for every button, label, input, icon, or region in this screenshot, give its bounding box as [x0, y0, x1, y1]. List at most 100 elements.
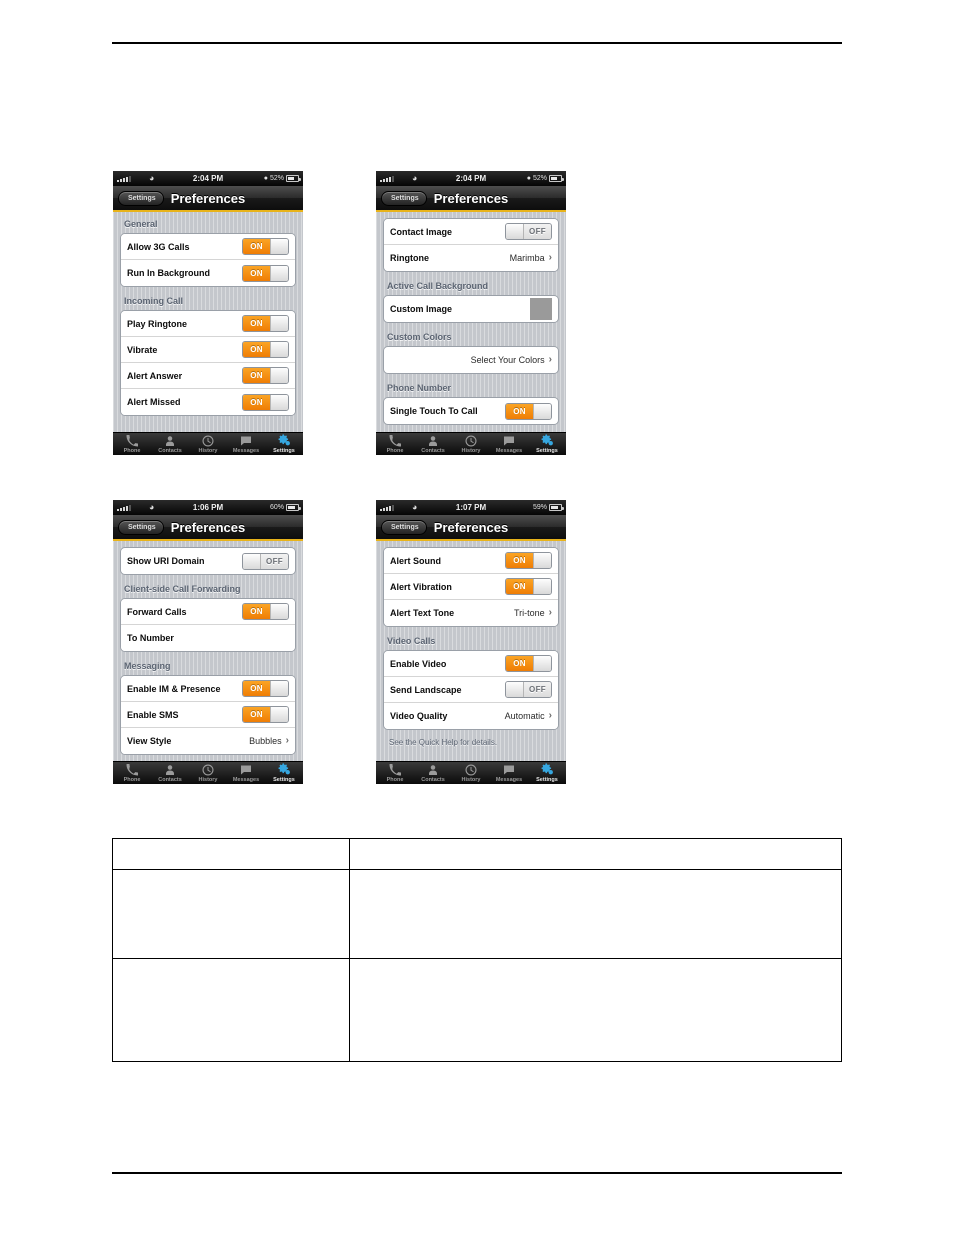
tab-settings[interactable]: Settings — [528, 433, 566, 455]
toggle-play-ringtone[interactable]: ON — [242, 315, 289, 332]
toggle-contact-image[interactable]: OFF — [505, 223, 552, 240]
toggle-alert-answer[interactable]: ON — [242, 367, 289, 384]
row-control: ON — [242, 367, 289, 384]
row-forward-calls[interactable]: Forward Calls ON — [121, 599, 295, 625]
settings-group: Show URI Domain OFF — [120, 547, 296, 575]
section-header-messaging: Messaging — [124, 661, 171, 671]
table-cell — [349, 958, 842, 1062]
tab-phone[interactable]: Phone — [113, 433, 151, 455]
toggle-enable-im-presence[interactable]: ON — [242, 680, 289, 697]
row-video-quality[interactable]: Video Quality Automatic › — [384, 703, 558, 729]
row-enable-sms[interactable]: Enable SMS ON — [121, 702, 295, 728]
status-bar: ◕ 2:04 PM ● 52% — [376, 171, 566, 186]
status-bar: ◕ 1:06 PM 60% — [113, 500, 303, 515]
back-button-settings[interactable]: Settings — [381, 190, 427, 206]
tab-label: Messages — [495, 777, 523, 783]
tab-label: Messages — [232, 777, 260, 783]
row-run-in-background[interactable]: Run In Background ON — [121, 260, 295, 286]
toggle-show-uri-domain[interactable]: OFF — [242, 552, 289, 570]
back-button-settings[interactable]: Settings — [381, 519, 427, 535]
row-enable-video[interactable]: Enable Video ON — [384, 651, 558, 677]
row-view-style[interactable]: View Style Bubbles › — [121, 728, 295, 754]
settings-gear-icon — [278, 763, 291, 776]
row-label: Enable Video — [390, 658, 447, 669]
toggle-forward-calls[interactable]: ON — [242, 603, 289, 620]
row-enable-im-presence[interactable]: Enable IM & Presence ON — [121, 676, 295, 702]
toggle-enable-video[interactable]: ON — [505, 655, 552, 672]
row-control: OFF — [505, 681, 552, 698]
tab-phone[interactable]: Phone — [376, 762, 414, 784]
back-button-settings[interactable]: Settings — [118, 519, 164, 535]
toggle-state-label: OFF — [261, 553, 288, 569]
tab-history[interactable]: History — [452, 433, 490, 455]
row-to-number[interactable]: To Number — [121, 625, 295, 651]
tab-settings[interactable]: Settings — [265, 762, 303, 784]
toggle-alert-missed[interactable]: ON — [242, 393, 289, 411]
tab-phone[interactable]: Phone — [376, 433, 414, 455]
row-control: OFF — [242, 552, 289, 570]
contacts-icon — [427, 434, 439, 447]
tab-settings[interactable]: Settings — [265, 433, 303, 455]
tab-history[interactable]: History — [452, 762, 490, 784]
status-right: 59% — [533, 500, 564, 515]
toggle-state-label: ON — [243, 265, 270, 281]
toggle-alert-sound[interactable]: ON — [505, 552, 552, 569]
row-single-touch-to-call[interactable]: Single Touch To Call ON — [384, 398, 558, 424]
table-cell — [349, 869, 842, 959]
back-button-settings[interactable]: Settings — [118, 190, 164, 206]
messages-bubble-icon — [240, 763, 252, 776]
tab-messages[interactable]: Messages — [227, 433, 265, 455]
row-show-uri-domain[interactable]: Show URI Domain OFF — [121, 548, 295, 574]
battery-percent: 52% — [532, 175, 547, 182]
tab-contacts[interactable]: Contacts — [151, 762, 189, 784]
row-label: Vibrate — [127, 344, 158, 355]
tab-contacts[interactable]: Contacts — [414, 762, 452, 784]
row-allow-3g-calls[interactable]: Allow 3G Calls ON — [121, 234, 295, 260]
row-label: Allow 3G Calls — [127, 241, 190, 252]
row-label: Alert Missed — [127, 397, 181, 407]
custom-image-thumbnail[interactable] — [530, 298, 552, 320]
tab-contacts[interactable]: Contacts — [414, 433, 452, 455]
row-alert-answer[interactable]: Alert Answer ON — [121, 363, 295, 389]
section-header-active-call-background: Active Call Background — [387, 281, 489, 291]
toggle-single-touch-to-call[interactable]: ON — [505, 402, 552, 420]
row-alert-missed[interactable]: Alert Missed ON — [121, 389, 295, 415]
toggle-knob — [533, 579, 551, 594]
row-alert-vibration[interactable]: Alert Vibration ON — [384, 574, 558, 600]
row-play-ringtone[interactable]: Play Ringtone ON — [121, 311, 295, 337]
row-control: ON — [242, 706, 289, 723]
battery-icon — [286, 175, 301, 182]
phone-screenshot-general: ◕ 2:04 PM ● 52% Settings Preferences Gen… — [113, 171, 303, 455]
tab-settings[interactable]: Settings — [528, 762, 566, 784]
toggle-enable-sms[interactable]: ON — [242, 706, 289, 723]
row-alert-sound[interactable]: Alert Sound ON — [384, 548, 558, 574]
history-clock-icon — [465, 763, 477, 776]
toggle-alert-vibration[interactable]: ON — [505, 578, 552, 595]
messages-bubble-icon — [240, 434, 252, 447]
row-vibrate[interactable]: Vibrate ON — [121, 337, 295, 363]
tab-messages[interactable]: Messages — [490, 433, 528, 455]
row-contact-image[interactable]: Contact Image OFF — [384, 219, 558, 245]
toggle-state-label: ON — [506, 579, 533, 594]
tab-history[interactable]: History — [189, 762, 227, 784]
settings-gear-icon — [541, 763, 554, 776]
toggle-vibrate[interactable]: ON — [242, 341, 289, 358]
phone-icon — [389, 434, 401, 447]
tab-phone[interactable]: Phone — [113, 762, 151, 784]
tab-messages[interactable]: Messages — [227, 762, 265, 784]
toggle-state-label: ON — [506, 553, 533, 568]
row-send-landscape[interactable]: Send Landscape OFF — [384, 677, 558, 703]
row-custom-image[interactable]: Custom Image — [384, 296, 558, 322]
toggle-allow-3g-calls[interactable]: ON — [242, 238, 289, 255]
tab-messages[interactable]: Messages — [490, 762, 528, 784]
toggle-run-in-background[interactable]: ON — [242, 264, 289, 282]
toggle-knob — [533, 553, 551, 568]
row-alert-text-tone[interactable]: Alert Text Tone Tri-tone › — [384, 600, 558, 626]
row-select-your-colors[interactable]: Select Your Colors › — [384, 347, 558, 373]
toggle-send-landscape[interactable]: OFF — [505, 681, 552, 698]
tab-history[interactable]: History — [189, 433, 227, 455]
row-ringtone[interactable]: Ringtone Marimba › — [384, 245, 558, 271]
battery-percent: 60% — [269, 504, 284, 511]
tab-contacts[interactable]: Contacts — [151, 433, 189, 455]
phone-icon — [389, 763, 401, 776]
